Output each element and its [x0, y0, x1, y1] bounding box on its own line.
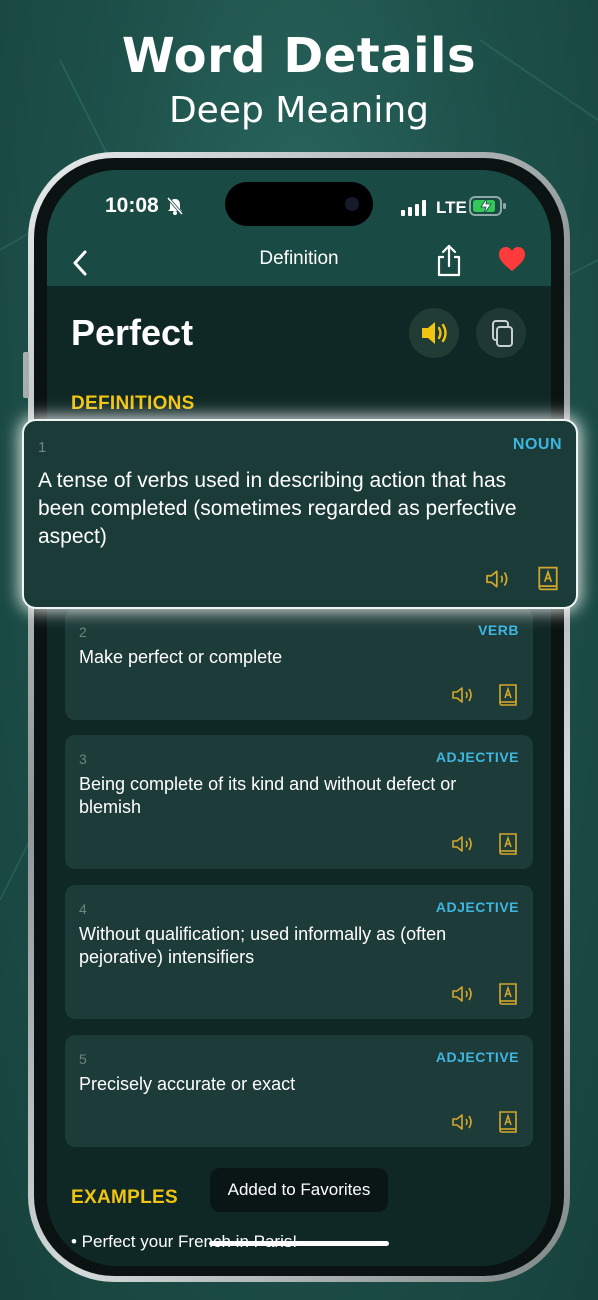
part-of-speech: NOUN [512, 436, 562, 453]
definition-number: 2 [79, 624, 87, 640]
promo-title: Word Details [121, 28, 477, 84]
definition-number: 3 [79, 751, 87, 767]
promo-subtitle: Deep Meaning [168, 90, 430, 131]
definition-text: Being complete of its kind and without d… [79, 774, 457, 817]
definition-text: A tense of verbs used in describing acti… [38, 469, 517, 548]
dictionary-icon[interactable] [497, 1110, 519, 1134]
dictionary-icon[interactable] [536, 565, 560, 592]
home-indicator[interactable] [209, 1241, 389, 1246]
definition-number: 4 [79, 901, 87, 917]
definition-card: 4 ADJECTIVE Without qualification; used … [65, 885, 533, 1019]
camera-icon [345, 197, 359, 211]
network-type: LTE [436, 198, 467, 217]
favorite-heart-icon[interactable] [498, 246, 526, 272]
speaker-icon[interactable] [484, 567, 514, 591]
dictionary-icon[interactable] [497, 683, 519, 707]
dynamic-island [225, 182, 373, 226]
part-of-speech: ADJECTIVE [435, 749, 519, 765]
word-title: Perfect [71, 312, 194, 353]
definition-text: Without qualification; used informally a… [79, 924, 447, 967]
signal-icon [401, 200, 426, 216]
definition-text: Make perfect or complete [79, 647, 283, 667]
share-icon[interactable] [435, 244, 463, 278]
part-of-speech: ADJECTIVE [435, 1049, 519, 1065]
speaker-icon [422, 322, 447, 344]
phone-side-button [23, 352, 29, 398]
copy-icon [492, 320, 513, 347]
nav-title: Definition [259, 248, 339, 269]
copy-button[interactable] [476, 308, 526, 358]
definition-card-highlighted: 1 NOUN A tense of verbs used in describi… [24, 421, 576, 607]
definition-text: Precisely accurate or exact [79, 1074, 296, 1094]
phone-screen: 10:08 LTE Definition Perfect DEFINITIONS… [47, 170, 551, 1266]
bell-muted-icon [166, 197, 184, 215]
speaker-icon[interactable] [451, 833, 477, 855]
status-bar: 10:08 LTE [47, 170, 551, 242]
pronounce-button[interactable] [409, 308, 459, 358]
status-time: 10:08 [105, 194, 159, 217]
dictionary-icon[interactable] [497, 832, 519, 856]
part-of-speech: ADJECTIVE [435, 899, 519, 915]
battery-charging-icon [469, 196, 506, 216]
definitions-heading: DEFINITIONS [71, 393, 195, 414]
definition-number: 5 [79, 1051, 87, 1067]
speaker-icon[interactable] [451, 983, 477, 1005]
part-of-speech: VERB [478, 622, 519, 638]
speaker-icon[interactable] [451, 684, 477, 706]
favorites-toast: Added to Favorites [210, 1168, 388, 1212]
examples-heading: EXAMPLES [71, 1187, 178, 1208]
definition-card: 2 VERB Make perfect or complete [65, 608, 533, 720]
definition-card: 5 ADJECTIVE Precisely accurate or exact [65, 1035, 533, 1147]
navigation-bar: Definition [47, 242, 551, 286]
definition-card: 3 ADJECTIVE Being complete of its kind a… [65, 735, 533, 869]
dictionary-icon[interactable] [497, 982, 519, 1006]
definition-number: 1 [38, 439, 47, 456]
speaker-icon[interactable] [451, 1111, 477, 1133]
